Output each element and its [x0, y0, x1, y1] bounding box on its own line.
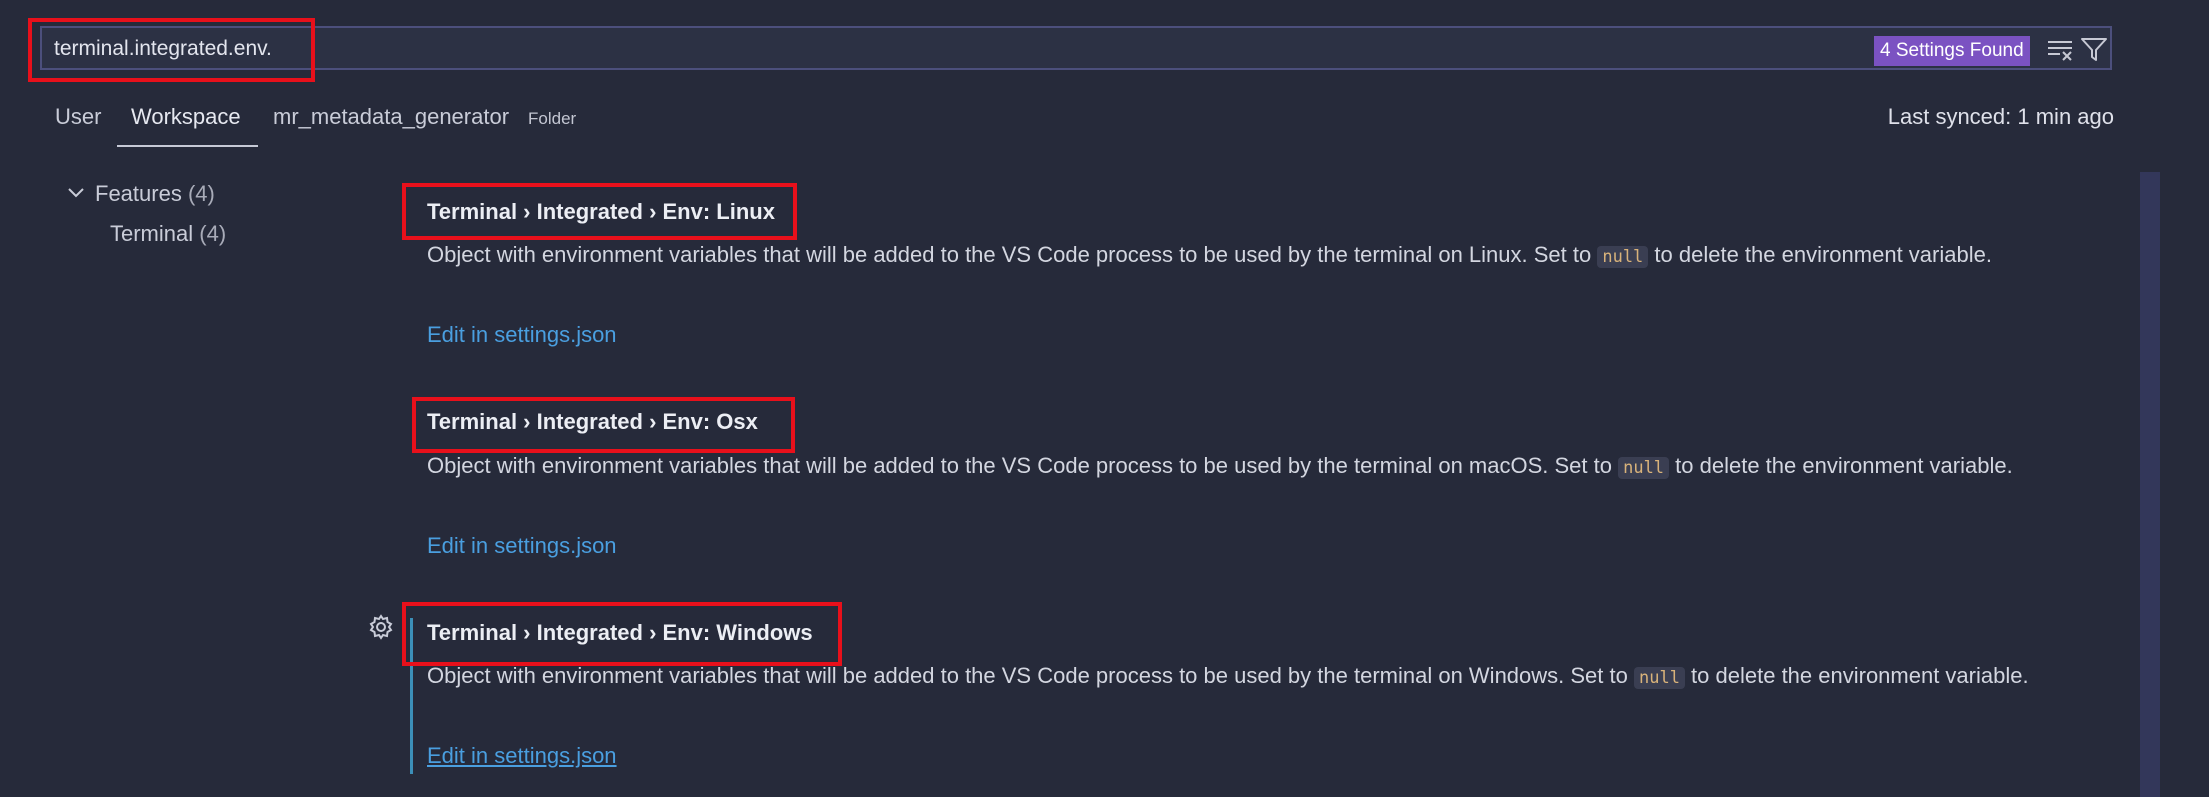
setting-title: Terminal › Integrated › Env: Linux [427, 199, 775, 224]
setting-description: Object with environment variables that w… [427, 238, 2107, 274]
filter-icon[interactable] [2079, 36, 2109, 64]
setting-description: Object with environment variables that w… [427, 449, 2107, 485]
active-tab-indicator [117, 145, 258, 147]
tree-item-label: Features [95, 181, 182, 206]
description-text: Object with environment variables that w… [427, 242, 1598, 267]
sync-status: Last synced: 1 min ago [1887, 104, 2114, 129]
description-text: to delete the environment variable. [1684, 663, 2029, 688]
focused-setting-indicator [410, 618, 413, 774]
tab-folder[interactable]: mr_metadata_generator [273, 104, 509, 130]
edit-in-settings-json-link[interactable]: Edit in settings.json [427, 322, 617, 348]
description-text: Object with environment variables that w… [427, 663, 1634, 688]
results-count-badge: 4 Settings Found [1874, 36, 2030, 66]
tree-item-terminal[interactable]: Terminal (4) [110, 221, 226, 247]
clear-filter-icon[interactable] [2046, 36, 2076, 64]
description-text: to delete the environment variable. [1648, 242, 1992, 267]
search-input[interactable] [52, 32, 1556, 66]
edit-in-settings-json-link[interactable]: Edit in settings.json [427, 743, 617, 769]
description-text: Object with environment variables that w… [427, 453, 1619, 478]
code-null: null [1618, 457, 1670, 479]
tree-item-label: Terminal [110, 221, 194, 246]
tab-user[interactable]: User [55, 104, 101, 130]
tree-item-count: (4) [199, 221, 227, 246]
code-null: null [1633, 667, 1685, 689]
description-text: to delete the environment variable. [1669, 453, 2013, 478]
tree-item-count: (4) [187, 181, 215, 206]
code-null: null [1597, 246, 1649, 268]
search-bar: 4 Settings Found [40, 26, 2112, 70]
setting-description: Object with environment variables that w… [427, 659, 2107, 695]
tab-workspace[interactable]: Workspace [131, 104, 241, 130]
tree-item-features[interactable]: Features (4) [95, 181, 215, 207]
edit-in-settings-json-link[interactable]: Edit in settings.json [427, 533, 617, 559]
setting-title: Terminal › Integrated › Env: Windows [427, 620, 813, 645]
chevron-down-icon[interactable] [66, 183, 86, 203]
gear-icon[interactable] [368, 614, 394, 640]
folder-tag: Folder [528, 109, 577, 128]
scrollbar[interactable] [2140, 172, 2160, 797]
setting-title: Terminal › Integrated › Env: Osx [427, 409, 758, 434]
